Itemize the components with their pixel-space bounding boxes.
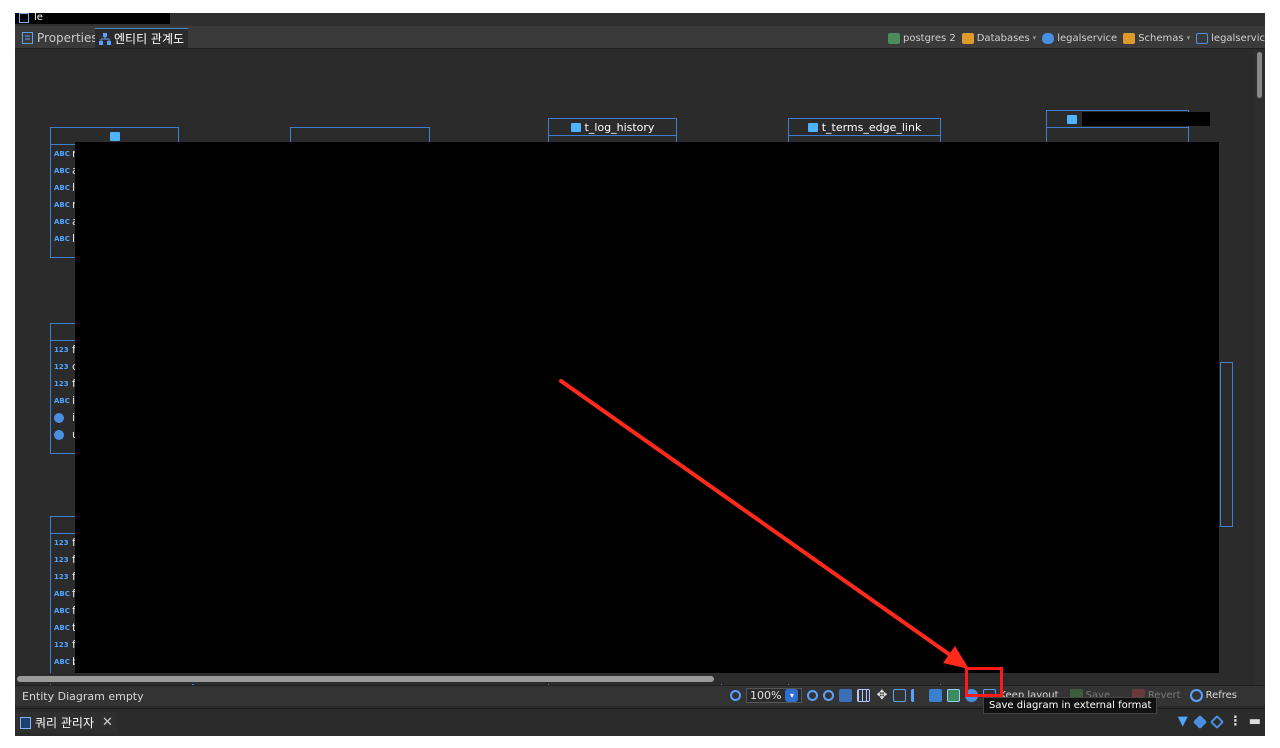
redacted-editor-title: le	[15, 13, 170, 24]
layout-icon[interactable]	[839, 689, 853, 702]
horizontal-scrollbar[interactable]	[15, 673, 1255, 684]
string-type-icon: ABC	[54, 149, 70, 158]
chevron-down-icon: ▾	[1186, 34, 1191, 42]
folder-icon	[961, 32, 974, 44]
eraser-icon[interactable]	[1192, 714, 1207, 729]
number-type-icon: 123	[54, 555, 69, 564]
breadcrumb-label: Schemas	[1138, 32, 1184, 44]
breadcrumb-label: Databases	[976, 32, 1030, 44]
redaction-block	[75, 142, 1219, 674]
breadcrumb-item-connection[interactable]: postgres 2	[887, 32, 956, 44]
string-type-icon: ABC	[54, 623, 70, 632]
string-type-icon: ABC	[54, 657, 70, 666]
editor-icon	[19, 13, 29, 23]
breadcrumb-item-schema[interactable]: legalservic	[1196, 32, 1265, 44]
tab-label: 쿼리 관리자	[35, 716, 95, 730]
notes-icon[interactable]	[893, 689, 907, 702]
er-diagram-icon	[99, 32, 111, 45]
status-text: Entity Diagram empty	[22, 690, 144, 703]
entity-title: t_terms_edge_link	[821, 120, 922, 134]
dbeaver-window: le Properties 엔티티 관계도 postgres 2 Databas…	[15, 13, 1265, 736]
number-type-icon: 123	[54, 640, 69, 649]
properties-icon	[22, 32, 33, 44]
redaction-block-small	[1082, 112, 1210, 126]
save-external-highlight-box	[965, 667, 1003, 697]
grid-icon[interactable]	[857, 689, 871, 702]
breadcrumb: postgres 2 Databases ▾ legalservice Sche…	[883, 28, 1265, 48]
refresh-button[interactable]: Refres	[1189, 689, 1238, 702]
database-icon	[1042, 32, 1055, 44]
number-type-icon: 123	[54, 572, 69, 581]
zoom-combo[interactable]: 100% ▾	[746, 688, 803, 703]
string-type-icon: ABC	[54, 606, 70, 615]
string-type-icon: ABC	[54, 589, 70, 598]
entity-header: t_terms_edge_link	[789, 119, 940, 136]
tab-label: 엔티티 관계도	[114, 32, 185, 46]
diagram-canvas[interactable]: ABCn ABCa ABCl ABCn ABCa ABCl t_log_hist…	[15, 50, 1255, 685]
breadcrumb-label: postgres 2	[902, 32, 956, 44]
chevron-down-icon[interactable]: ▾	[785, 689, 799, 702]
entity-title: t_log_history	[584, 120, 655, 134]
string-type-icon: ABC	[54, 234, 70, 243]
string-type-icon: ABC	[54, 183, 70, 192]
breadcrumb-label: legalservic	[1211, 32, 1265, 44]
query-manager-icon	[20, 716, 31, 729]
minimize-icon[interactable]: ▬	[1249, 714, 1261, 729]
string-type-icon: ABC	[54, 217, 70, 226]
search-icon[interactable]	[730, 690, 741, 701]
zoom-out-icon[interactable]	[823, 690, 835, 701]
tab-properties[interactable]: Properties	[18, 28, 102, 48]
number-type-icon: 123	[54, 345, 69, 354]
panel-toolbar: ▼ ⋮ ▬	[1178, 714, 1261, 729]
refresh-label: Refres	[1205, 690, 1238, 701]
schemas-icon	[1123, 32, 1136, 44]
tooltip: Save diagram in external format	[983, 697, 1158, 714]
vertical-scroll-thumb[interactable]	[1257, 52, 1262, 98]
breadcrumb-item-schemas[interactable]: Schemas ▾	[1123, 32, 1191, 44]
timestamp-type-icon	[54, 412, 64, 423]
save-external-format-icon[interactable]	[947, 689, 961, 702]
tab-label: Properties	[37, 31, 98, 45]
number-type-icon: 123	[54, 379, 69, 388]
timestamp-type-icon	[54, 429, 64, 440]
attributes-icon[interactable]	[911, 689, 924, 702]
tab-query-manager[interactable]: 쿼리 관리자 ✕	[16, 712, 117, 733]
breadcrumb-item-databases[interactable]: Databases ▾	[961, 32, 1037, 44]
string-type-icon: ABC	[54, 166, 70, 175]
entity-header: t_log_history	[549, 119, 676, 136]
zoom-in-icon[interactable]	[807, 690, 819, 701]
string-type-icon: ABC	[54, 396, 70, 405]
number-type-icon: 123	[54, 362, 69, 371]
number-type-icon: 123	[54, 538, 69, 547]
chevron-down-icon: ▾	[1032, 34, 1037, 42]
table-icon	[109, 131, 120, 141]
tab-er-diagram[interactable]: 엔티티 관계도	[95, 28, 189, 48]
breadcrumb-label: legalservice	[1057, 32, 1118, 44]
filter-icon[interactable]: ▼	[1178, 714, 1188, 729]
window-title-strip: le	[15, 13, 1265, 26]
entity-box-7[interactable]	[1220, 362, 1233, 527]
schema-icon	[1196, 32, 1209, 44]
string-type-icon: ABC	[54, 200, 70, 209]
table-icon	[807, 122, 818, 132]
print-icon[interactable]	[929, 689, 943, 702]
horizontal-scroll-thumb[interactable]	[17, 676, 714, 682]
editor-title-prefix: le	[34, 13, 43, 23]
more-icon[interactable]: ⋮	[1229, 714, 1242, 729]
postgres-icon	[887, 32, 900, 44]
move-icon[interactable]: ✥	[875, 689, 888, 702]
close-icon[interactable]: ✕	[102, 715, 113, 730]
vertical-scrollbar[interactable]	[1255, 50, 1265, 685]
table-icon	[1067, 114, 1077, 124]
settings-icon[interactable]	[1209, 714, 1224, 729]
refresh-icon	[1189, 689, 1203, 702]
breadcrumb-item-database[interactable]: legalservice	[1042, 32, 1118, 44]
zoom-value: 100%	[750, 689, 782, 702]
table-icon	[570, 122, 581, 132]
